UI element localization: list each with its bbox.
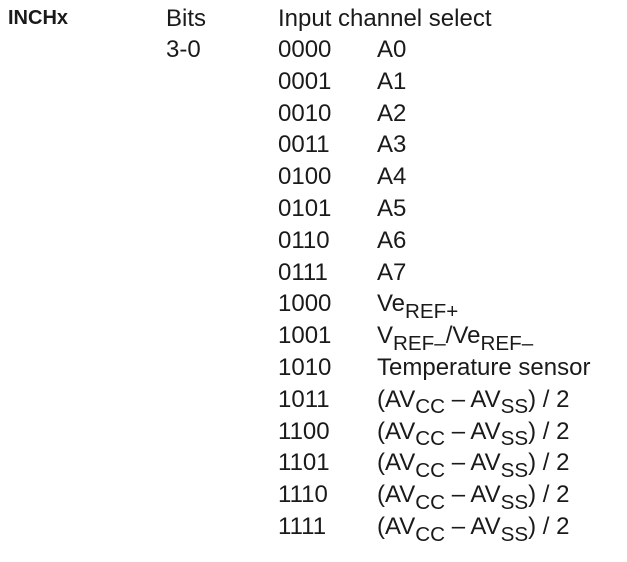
channel-option-row: 0000 A0 (278, 35, 590, 67)
channel-option-row: 1011 (AVCC – AVSS) / 2 (278, 385, 590, 419)
option-label-text: A3 (377, 131, 407, 159)
option-label-subscript: CC (415, 522, 446, 546)
option-label-text: A2 (377, 99, 407, 127)
bits-range: 3-0 (166, 36, 201, 63)
option-code: 0110 (278, 226, 330, 254)
option-label: A3 (377, 130, 406, 162)
option-label-text: – AV (445, 512, 501, 540)
channel-option-row: 1111 (AVCC – AVSS) / 2 (278, 512, 590, 546)
option-code: 1110 (278, 481, 328, 509)
option-label-subscript: SS (500, 427, 529, 451)
option-label-text: /Ve (445, 322, 481, 350)
option-label: (AVCC – AVSS) / 2 (377, 448, 570, 482)
option-label-text: ) / 2 (528, 385, 570, 413)
option-label-text: V (377, 322, 394, 350)
option-label: (AVCC – AVSS) / 2 (377, 385, 570, 419)
option-label-subscript: CC (415, 490, 446, 514)
option-label: VeREF+ (377, 289, 459, 323)
option-label-text: A4 (377, 163, 407, 191)
channel-option-row: 1010 Temperature sensor (278, 353, 590, 385)
option-label-text: A1 (377, 67, 407, 95)
channel-option-row: 1110 (AVCC – AVSS) / 2 (278, 480, 590, 514)
option-label-text: ) / 2 (528, 512, 570, 540)
channel-option-row: 0101 A5 (278, 194, 590, 226)
bits-label: Bits (166, 5, 207, 32)
option-label: A6 (377, 226, 406, 258)
channel-option-row: 0111 A7 (278, 258, 590, 290)
option-code: 1001 (278, 322, 332, 350)
option-label-text: ) / 2 (528, 417, 570, 445)
option-code: 0010 (278, 99, 332, 127)
option-label-text: ) / 2 (528, 481, 570, 509)
option-label: (AVCC – AVSS) / 2 (377, 480, 570, 514)
channel-option-row: 0010 A2 (278, 99, 590, 131)
option-label-subscript: CC (415, 427, 446, 451)
option-label-text: (AV (377, 449, 416, 477)
option-label-text: Ve (377, 290, 406, 318)
option-code: 0001 (278, 67, 332, 95)
option-label-text: – AV (445, 385, 501, 413)
option-label-text: ) / 2 (528, 449, 570, 477)
option-code: 1111 (278, 512, 327, 540)
option-label-text: – AV (445, 417, 501, 445)
option-code: 0011 (278, 131, 330, 159)
option-code: 1011 (278, 385, 330, 413)
channel-options-list: 0000 A0 0001 A1 0010 A2 0011 A3 0100 A4 0101 A5 0110… (278, 35, 590, 546)
option-code: 1010 (278, 353, 332, 381)
channel-option-row: 0100 A4 (278, 162, 590, 194)
channel-option-row: 0011 A3 (278, 130, 590, 162)
option-label-text: Temperature sensor (377, 353, 591, 381)
option-label-text: – AV (445, 481, 501, 509)
option-label-text: A5 (377, 194, 407, 222)
option-code: 0101 (278, 194, 332, 222)
option-code: 0100 (278, 163, 332, 191)
option-label: VREF–/VeREF– (377, 321, 534, 355)
option-label-subscript: REF– (480, 331, 534, 355)
option-label-text: A6 (377, 226, 407, 254)
option-label-text: (AV (377, 417, 416, 445)
option-label-text: – AV (445, 449, 501, 477)
option-label: A1 (377, 67, 406, 99)
option-label-text: A0 (377, 36, 407, 63)
field-description: Input channel select (278, 5, 492, 32)
option-label: A7 (377, 258, 406, 290)
channel-option-row: 1000 VeREF+ (278, 289, 590, 323)
option-code: 0000 (278, 36, 332, 63)
option-label-subscript: SS (500, 395, 529, 419)
option-label-subscript: SS (500, 458, 529, 482)
option-label: Temperature sensor (377, 353, 590, 385)
option-label-text: (AV (377, 512, 416, 540)
field-name: INCHx (8, 7, 69, 29)
option-code: 1101 (278, 449, 330, 477)
option-label: (AVCC – AVSS) / 2 (377, 417, 570, 451)
option-label: A4 (377, 162, 406, 194)
option-label-subscript: CC (415, 458, 446, 482)
channel-option-row: 0110 A6 (278, 226, 590, 258)
option-label-subscript: REF+ (405, 299, 459, 323)
option-label: A0 (377, 35, 406, 67)
option-label-text: (AV (377, 385, 416, 413)
option-label: A2 (377, 99, 406, 131)
option-label-text: (AV (377, 481, 416, 509)
option-code: 0111 (278, 258, 328, 286)
option-code: 1100 (278, 417, 330, 445)
option-label-subscript: SS (500, 522, 529, 546)
channel-option-row: 1001 VREF–/VeREF– (278, 321, 590, 355)
option-code: 1000 (278, 290, 332, 318)
channel-option-row: 1100 (AVCC – AVSS) / 2 (278, 417, 590, 451)
option-label-subscript: REF– (393, 331, 446, 355)
option-label-subscript: CC (415, 395, 446, 419)
channel-option-row: 0001 A1 (278, 67, 590, 99)
option-label: A5 (377, 194, 406, 226)
channel-option-row: 1101 (AVCC – AVSS) / 2 (278, 448, 590, 482)
option-label-subscript: SS (500, 490, 529, 514)
option-label-text: A7 (377, 258, 407, 286)
option-label: (AVCC – AVSS) / 2 (377, 512, 570, 546)
